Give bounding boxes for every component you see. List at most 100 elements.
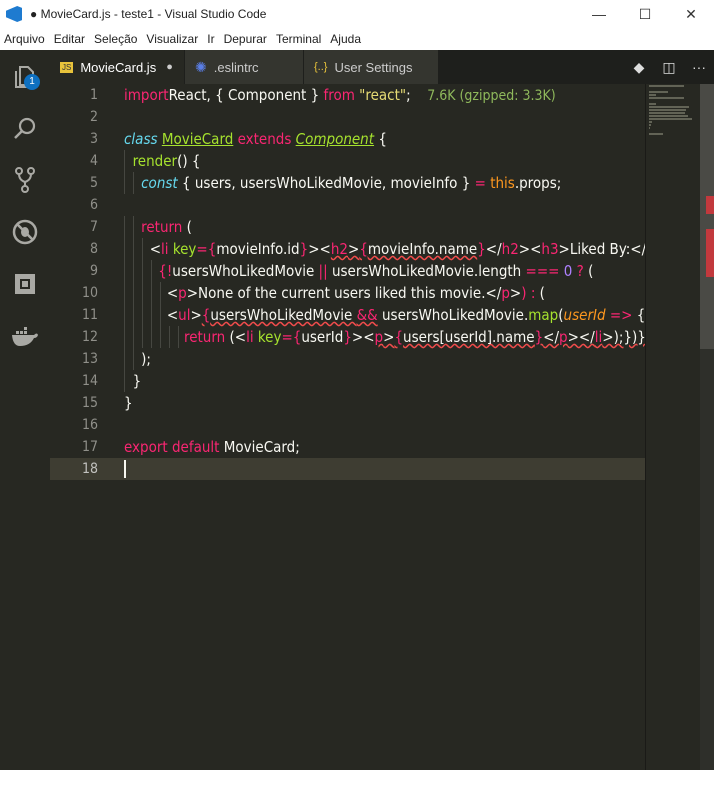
explorer-badge: 1 xyxy=(24,74,40,90)
maximize-button[interactable]: ☐ xyxy=(622,6,668,23)
code-token: ? xyxy=(576,262,584,280)
tab-moviecard-js[interactable]: JS MovieCard.js ● xyxy=(50,50,185,84)
code-token: } xyxy=(477,240,486,258)
docker-button[interactable] xyxy=(0,310,50,362)
code-token: => xyxy=(609,306,633,324)
code-token: .props; xyxy=(514,174,562,192)
code-token: (< xyxy=(225,328,247,346)
code-token: ( xyxy=(535,284,545,302)
code-line[interactable]: 2 xyxy=(50,106,645,128)
code-text: <ul> {usersWhoLikedMovie && usersWhoLiked… xyxy=(124,304,645,326)
code-token: export xyxy=(124,438,168,456)
code-editor[interactable]: 1 importReact, { Component } from "react"… xyxy=(50,84,714,770)
explorer-button[interactable]: 1 xyxy=(0,50,50,102)
code-line[interactable]: 9 {!usersWhoLikedMovie || usersWhoLikedM… xyxy=(50,260,645,282)
code-token: >< xyxy=(518,240,542,258)
code-line[interactable]: 5 const { users, usersWhoLikedMovie, mov… xyxy=(50,172,645,194)
line-number: 4 xyxy=(89,153,98,169)
code-line[interactable]: 15} xyxy=(50,392,645,414)
code-token: movieInfo.name xyxy=(367,240,478,258)
code-line[interactable]: 18 xyxy=(50,458,645,480)
code-token: from xyxy=(323,86,355,104)
menu-terminal[interactable]: Terminal xyxy=(276,32,321,46)
code-line[interactable]: 16 xyxy=(50,414,645,436)
extensions-button[interactable] xyxy=(0,258,50,310)
debug-button[interactable] xyxy=(0,206,50,258)
menu-ir[interactable]: Ir xyxy=(207,32,214,46)
open-changes-icon[interactable]: ◆ xyxy=(624,59,654,76)
code-text: <p>None of the current users liked this … xyxy=(124,282,545,304)
code-token: map xyxy=(528,306,559,324)
menu-depurar[interactable]: Depurar xyxy=(224,32,267,46)
code-line[interactable]: 17 export default MovieCard; xyxy=(50,436,645,458)
code-line[interactable]: 3 class MovieCard extends Component { xyxy=(50,128,645,150)
code-token: < xyxy=(124,284,179,302)
code-token: === xyxy=(525,262,560,280)
code-line[interactable]: 1 importReact, { Component } from "react"… xyxy=(50,84,645,106)
line-number: 12 xyxy=(81,329,98,345)
line-number: 6 xyxy=(89,197,98,213)
line-number: 15 xyxy=(81,395,98,411)
minimize-button[interactable]: — xyxy=(576,6,622,22)
code-token: >< xyxy=(308,240,331,258)
more-actions-icon[interactable]: ··· xyxy=(684,59,714,75)
menu-ajuda[interactable]: Ajuda xyxy=(330,32,361,46)
code-token: li xyxy=(161,240,169,258)
code-line[interactable]: 12 return (<li key={userId}><p>{users[us… xyxy=(50,326,662,348)
line-number: 18 xyxy=(81,461,98,477)
code-token: usersWhoLikedMovie. xyxy=(377,306,529,324)
close-button[interactable]: ✕ xyxy=(668,6,714,23)
code-token: { xyxy=(394,328,404,346)
minimap-line xyxy=(649,118,692,120)
menu-bar: Arquivo Editar Seleção Visualizar Ir Dep… xyxy=(0,28,714,50)
minimap-line xyxy=(649,115,689,117)
vertical-scrollbar[interactable] xyxy=(700,84,714,770)
code-token: p xyxy=(178,284,187,302)
tab-user-settings[interactable]: {..} User Settings xyxy=(304,50,439,84)
code-line[interactable]: 7 return ( xyxy=(50,216,645,238)
unsaved-dot-icon[interactable]: ● xyxy=(166,61,173,73)
line-number: 11 xyxy=(81,307,98,323)
vscode-logo-icon xyxy=(6,6,22,22)
code-token: ); xyxy=(124,350,151,368)
menu-editar[interactable]: Editar xyxy=(54,32,85,46)
minimap[interactable] xyxy=(645,84,700,770)
tab-eslintrc[interactable]: ✺ .eslintrc xyxy=(185,50,304,84)
code-token: userId xyxy=(301,328,344,346)
code-line[interactable]: 13 ); xyxy=(50,348,645,370)
scrollbar-thumb[interactable] xyxy=(700,84,714,349)
code-line[interactable]: 14 } xyxy=(50,370,645,392)
search-button[interactable] xyxy=(0,102,50,154)
menu-arquivo[interactable]: Arquivo xyxy=(4,32,45,46)
code-line[interactable]: 11 <ul> {usersWhoLikedMovie && usersWhoLi… xyxy=(50,304,645,326)
code-token: || xyxy=(318,262,328,280)
code-token: import xyxy=(124,86,169,104)
menu-selecao[interactable]: Seleção xyxy=(94,32,137,46)
code-token: return xyxy=(184,328,226,346)
code-token: { xyxy=(632,306,646,324)
code-line[interactable]: 8 <li key={movieInfo.id}><h2>{movieInfo.… xyxy=(50,238,675,260)
minimap-line xyxy=(649,103,656,105)
code-line[interactable]: 4 render() { xyxy=(50,150,645,172)
split-editor-icon[interactable]: ◫ xyxy=(654,59,684,76)
source-control-button[interactable] xyxy=(0,154,50,206)
minimap-line xyxy=(649,94,656,96)
code-token: } xyxy=(343,328,352,346)
code-line[interactable]: 10 <p>None of the current users liked th… xyxy=(50,282,645,304)
code-line[interactable]: 6 xyxy=(50,194,645,216)
code-token: usersWhoLikedMovie.length xyxy=(327,262,526,280)
js-file-icon: JS xyxy=(60,61,74,73)
activity-bar: 1 xyxy=(0,50,50,770)
code-token: render xyxy=(132,152,178,170)
menu-visualizar[interactable]: Visualizar xyxy=(146,32,198,46)
code-token: ul xyxy=(178,306,191,324)
extensions-icon xyxy=(15,274,35,294)
debug-icon xyxy=(12,219,38,245)
minimap-line xyxy=(649,124,651,126)
code-token: users[userId].name xyxy=(403,328,535,346)
code-token: userId xyxy=(563,306,606,324)
